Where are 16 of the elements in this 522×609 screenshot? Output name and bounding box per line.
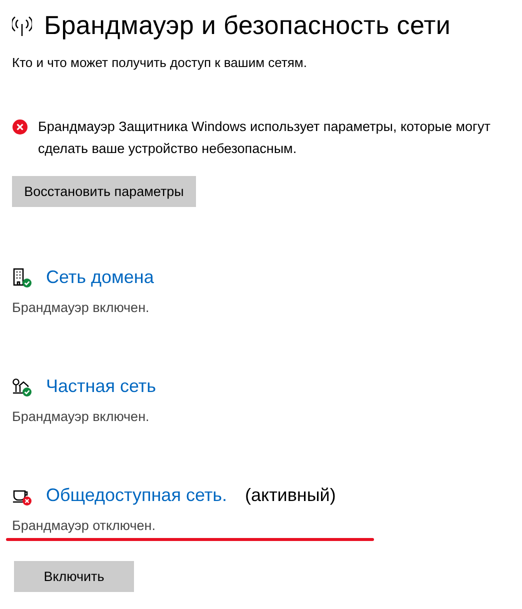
firewall-status: Брандмауэр включен. <box>12 409 150 424</box>
error-icon <box>12 119 28 135</box>
firewall-status: Брандмауэр включен. <box>12 300 150 315</box>
restore-settings-button[interactable]: Восстановить параметры <box>12 176 196 207</box>
warning-message: Брандмауэр Защитника Windows использует параметры, которые могут сделать ваше устройство небезопасным. <box>38 118 492 158</box>
active-label: (активный) <box>244 485 336 506</box>
page-title: Брандмауэр и безопасность сети <box>44 10 451 41</box>
network-link[interactable]: Сеть домена <box>46 267 154 288</box>
turn-on-button[interactable]: Включить <box>14 561 134 592</box>
page-subtitle: Кто и что может получить доступ к вашим сетям. <box>12 55 308 70</box>
building-icon <box>12 268 32 288</box>
firewall-status: Брандмауэр отключен. <box>12 518 156 533</box>
house-icon <box>12 376 32 396</box>
network-link[interactable]: Частная сеть <box>46 376 156 397</box>
wireless-signal-icon <box>12 14 32 36</box>
network-link[interactable]: Общедоступная сеть. <box>46 485 227 506</box>
